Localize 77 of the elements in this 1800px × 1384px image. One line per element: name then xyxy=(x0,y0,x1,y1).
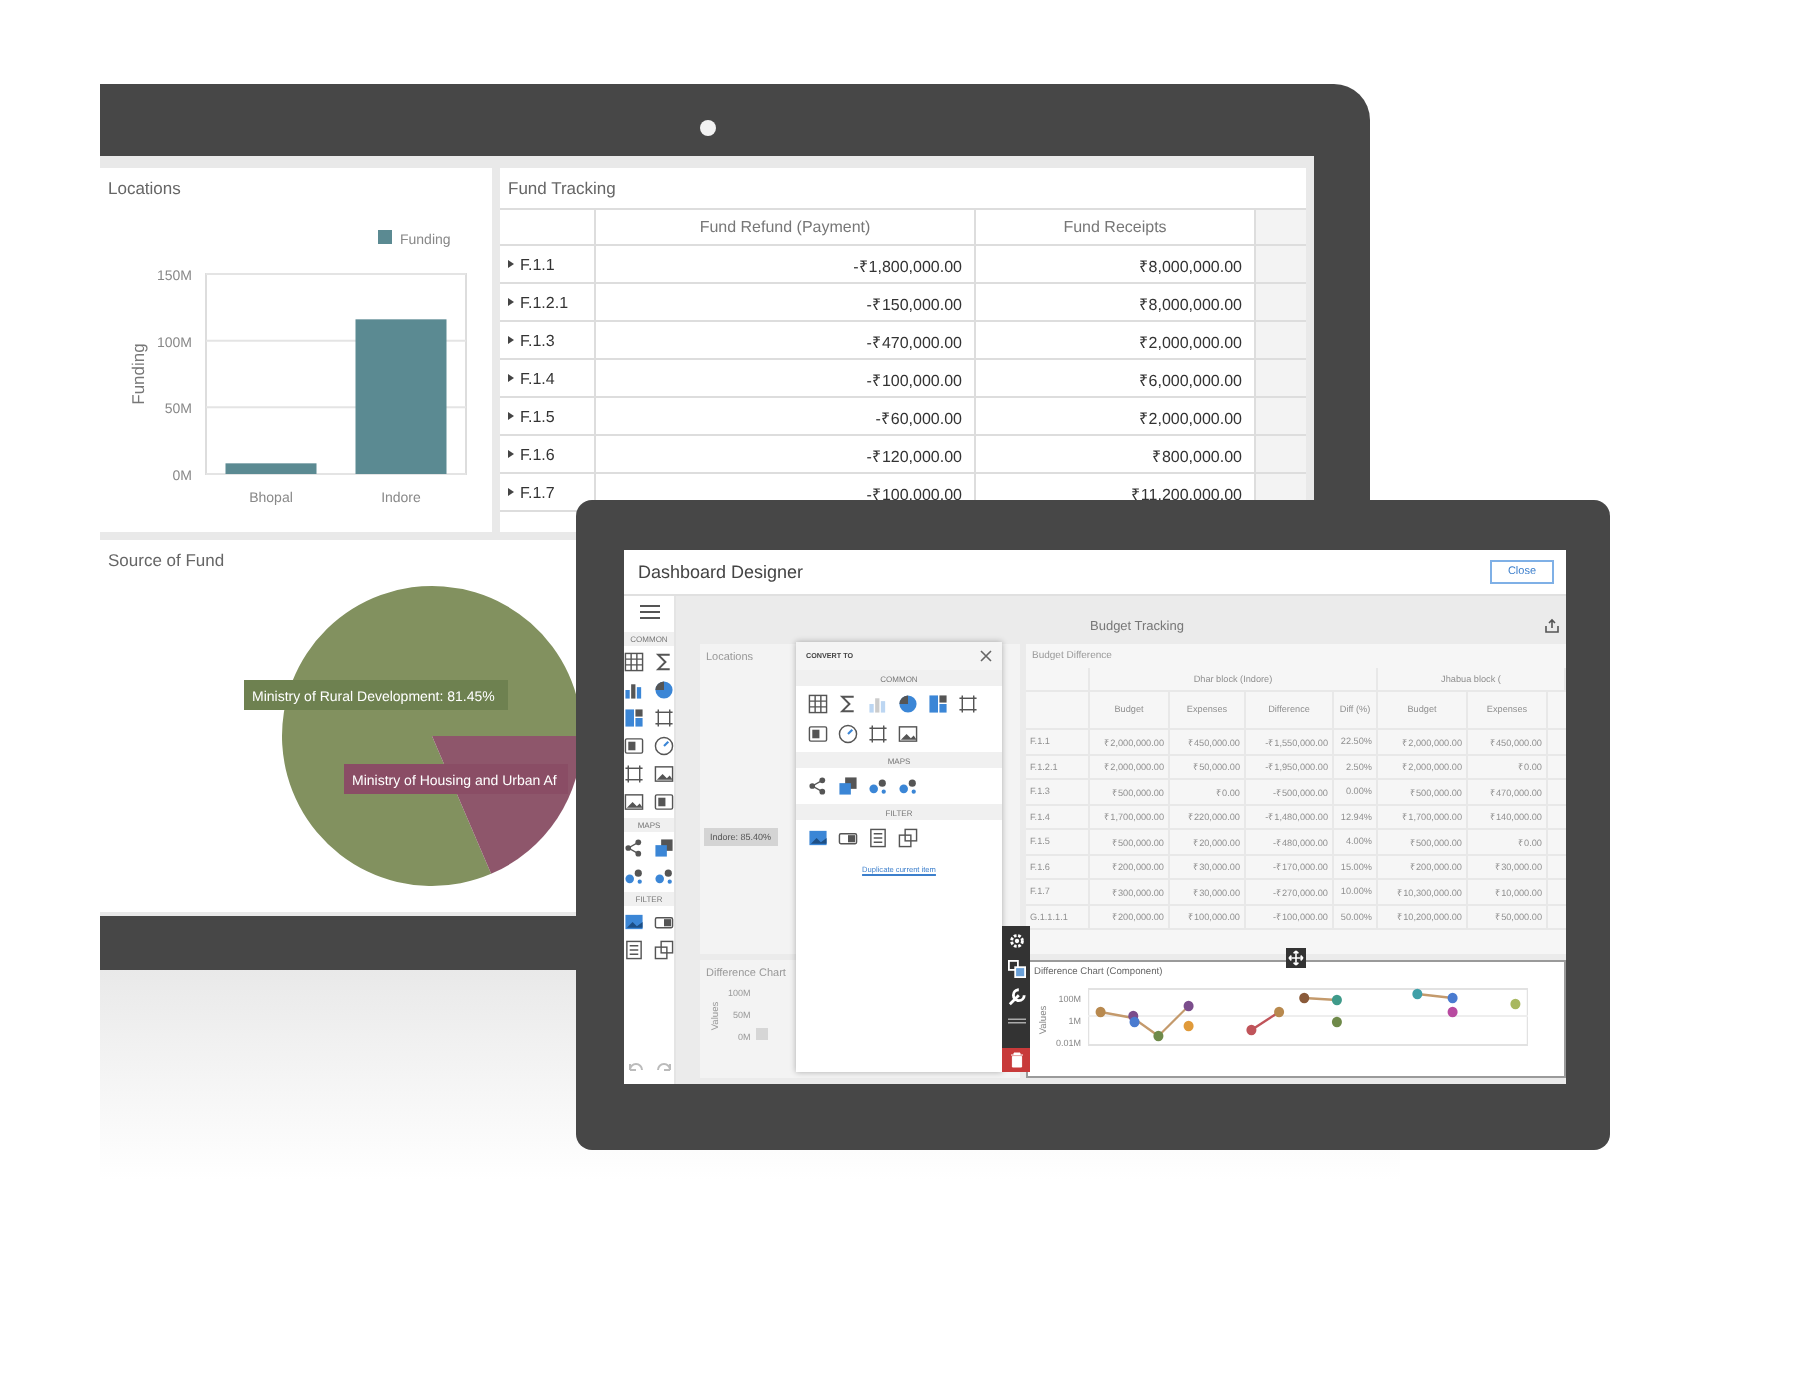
row-label: F.1.1 xyxy=(520,255,555,273)
delete-button[interactable] xyxy=(1002,1048,1030,1072)
pie-chart-icon[interactable] xyxy=(654,680,674,700)
caret-icon[interactable] xyxy=(508,298,514,306)
toggle-icon[interactable] xyxy=(654,912,674,932)
column-header[interactable]: Fund Refund (Payment) xyxy=(596,210,976,244)
table-cell: -₹1,800,000.00 xyxy=(596,246,976,282)
bar xyxy=(225,463,317,474)
treemap-icon[interactable] xyxy=(624,708,644,728)
sigma-icon[interactable] xyxy=(838,694,858,714)
bar-chart-icon[interactable] xyxy=(624,680,644,700)
gauge-icon[interactable] xyxy=(654,736,674,756)
export-icon[interactable] xyxy=(1544,618,1560,634)
list-icon[interactable] xyxy=(868,828,888,848)
network-icon[interactable] xyxy=(624,838,644,858)
copy-icon[interactable] xyxy=(654,940,674,960)
row-label: F.1.7 xyxy=(520,483,555,501)
image-filter-icon[interactable] xyxy=(624,912,644,932)
table-cell: -₹120,000.00 xyxy=(596,436,976,472)
slider-icon[interactable] xyxy=(1007,1016,1025,1026)
card-icon[interactable] xyxy=(654,792,674,812)
menu-icon[interactable] xyxy=(639,604,659,620)
table-cell: -₹60,000.00 xyxy=(596,398,976,434)
grid-icon[interactable] xyxy=(624,652,644,672)
image-icon[interactable] xyxy=(898,724,918,744)
camera-icon xyxy=(700,120,716,136)
panel-title: Locations xyxy=(106,176,181,202)
close-icon[interactable] xyxy=(980,650,992,662)
image-filter-icon[interactable] xyxy=(808,828,828,848)
dots-icon[interactable] xyxy=(624,866,644,886)
image-icon[interactable] xyxy=(624,792,644,812)
caret-icon[interactable] xyxy=(508,488,514,496)
frame-icon[interactable] xyxy=(958,694,978,714)
table-cell: -₹470,000.00 xyxy=(596,322,976,358)
network-icon[interactable] xyxy=(808,776,828,796)
row-label: F.1.3 xyxy=(520,331,555,349)
caret-icon[interactable] xyxy=(508,336,514,344)
row-label: F.1.5 xyxy=(520,407,555,425)
card-icon[interactable] xyxy=(808,724,828,744)
convert-icon[interactable] xyxy=(1007,960,1025,978)
card-icon[interactable] xyxy=(624,736,644,756)
trash-icon xyxy=(1009,1052,1023,1068)
caret-icon[interactable] xyxy=(508,412,514,420)
bar xyxy=(756,1027,769,1039)
grid-icon[interactable] xyxy=(808,694,828,714)
table-cell: -₹100,000.00 xyxy=(596,360,976,396)
wrench-icon[interactable] xyxy=(1007,988,1025,1006)
frame-icon[interactable] xyxy=(624,764,644,784)
row-label: F.1.4 xyxy=(520,369,555,387)
copy-icon[interactable] xyxy=(898,828,918,848)
list-icon[interactable] xyxy=(624,940,644,960)
row-label: F.1.2.1 xyxy=(520,293,569,311)
settings-icon[interactable] xyxy=(1007,932,1025,950)
pie-chart-icon[interactable] xyxy=(898,694,918,714)
dots-icon[interactable] xyxy=(898,776,918,796)
move-icon[interactable] xyxy=(1286,948,1306,968)
dots-icon[interactable] xyxy=(654,866,674,886)
row-label: F.1.6 xyxy=(520,445,555,463)
cubes-icon[interactable] xyxy=(838,776,858,796)
table-cell: -₹150,000.00 xyxy=(596,284,976,320)
sigma-icon[interactable] xyxy=(654,652,674,672)
legend-swatch xyxy=(378,230,392,244)
frame-icon[interactable] xyxy=(868,724,888,744)
frame-icon[interactable] xyxy=(654,708,674,728)
image-icon[interactable] xyxy=(654,764,674,784)
caret-icon[interactable] xyxy=(508,374,514,382)
cubes-icon[interactable] xyxy=(654,838,674,858)
caret-icon[interactable] xyxy=(508,260,514,268)
panel-title: Source of Fund xyxy=(106,548,225,574)
gauge-icon[interactable] xyxy=(838,724,858,744)
caret-icon[interactable] xyxy=(508,450,514,458)
dots-icon[interactable] xyxy=(868,776,888,796)
axis-title: Funding xyxy=(128,343,148,405)
window-title: Dashboard Designer xyxy=(638,562,804,582)
treemap-icon[interactable] xyxy=(928,694,948,714)
panel-title: Fund Tracking xyxy=(506,176,616,202)
toggle-icon[interactable] xyxy=(838,828,858,848)
